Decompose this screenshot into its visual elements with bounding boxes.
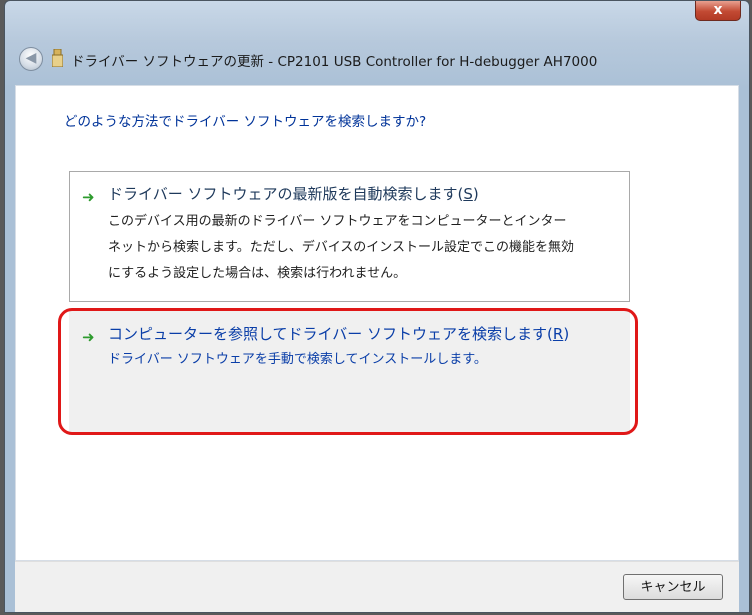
hotkey-s: S (463, 185, 473, 203)
option-description: このデバイス用の最新のドライバー ソフトウェアをコンピューターとインター ネット… (108, 209, 608, 287)
question-heading: どのような方法でドライバー ソフトウェアを検索しますか? (64, 114, 427, 130)
desc-line: このデバイス用の最新のドライバー ソフトウェアをコンピューターとインター (108, 214, 567, 229)
usb-device-icon (52, 49, 63, 67)
back-arrow-icon: ◀ (25, 50, 37, 66)
desc-line: ネットから検索します。ただし、デバイスのインストール設定でこの機能を無効 (108, 240, 575, 255)
header-bar: ◀ ドライバー ソフトウェアの更新 - CP2101 USB Controlle… (5, 37, 749, 77)
green-arrow-icon: ➜ (82, 188, 95, 206)
desc-line: にするよう設定した場合は、検索は行われません。 (108, 266, 407, 281)
option-title: ドライバー ソフトウェアの最新版を自動検索します(S) (108, 185, 479, 203)
back-button[interactable]: ◀ (19, 47, 43, 71)
red-highlight-annotation (58, 308, 638, 435)
window-title: ドライバー ソフトウェアの更新 - CP2101 USB Controller … (71, 54, 598, 70)
option-auto-search[interactable]: ➜ ドライバー ソフトウェアの最新版を自動検索します(S) このデバイス用の最新… (69, 171, 630, 302)
content-panel: どのような方法でドライバー ソフトウェアを検索しますか? ➜ ドライバー ソフト… (15, 85, 739, 561)
dialog-window: x ◀ ドライバー ソフトウェアの更新 - CP2101 USB Control… (4, 0, 750, 613)
close-button[interactable]: x (695, 1, 741, 21)
cancel-button[interactable]: キャンセル (623, 574, 723, 600)
footer-bar: キャンセル (15, 561, 739, 612)
